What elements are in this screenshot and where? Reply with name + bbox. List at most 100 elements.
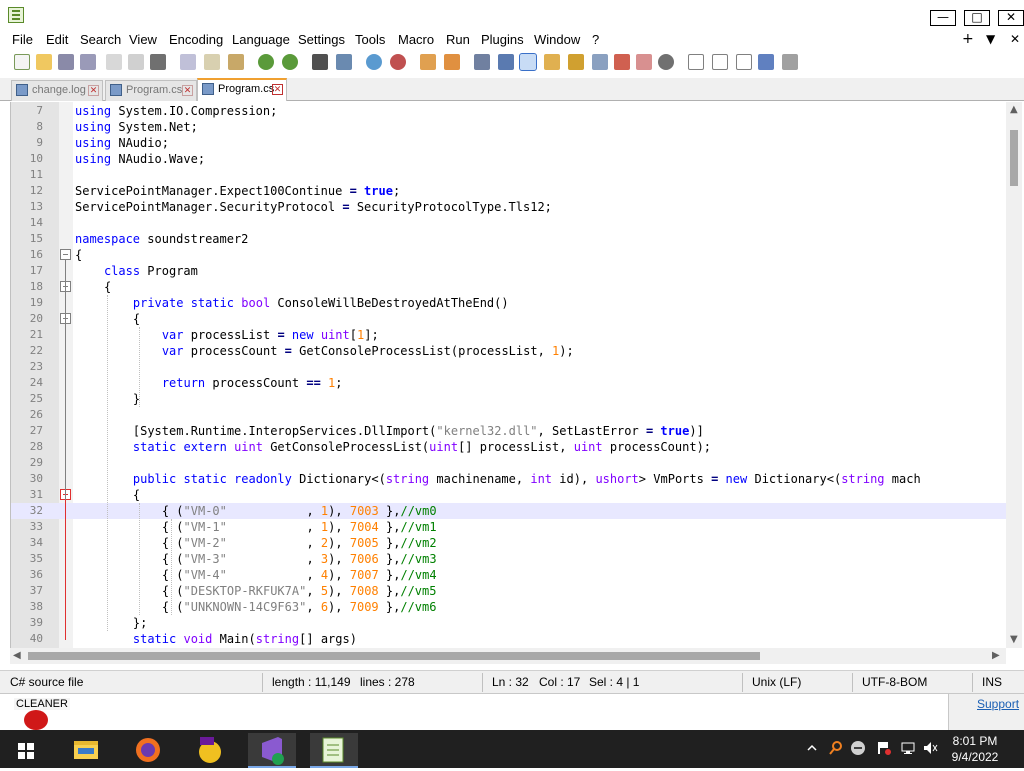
code-line[interactable]: 32 { ("VM-0" , 1), 7003 },//vm0 (11, 503, 1011, 519)
code-line[interactable]: 15 namespace soundstreamer2 (11, 231, 1011, 247)
notepad-plus-plus-taskbar-button[interactable] (310, 733, 358, 768)
code-line[interactable]: 35 { ("VM-3" , 3), 7006 },//vm3 (11, 551, 1011, 567)
new-tab-plus-icon[interactable]: + (962, 31, 974, 47)
firefox-taskbar-button[interactable] (124, 733, 172, 768)
code-line[interactable]: 22 var processCount = GetConsoleProcessL… (11, 343, 1011, 359)
close-all-icon[interactable] (128, 54, 144, 70)
code-line[interactable]: 20 { (11, 311, 1011, 327)
stop-macro-icon[interactable] (712, 54, 728, 70)
code-line[interactable]: 9 using NAudio; (11, 135, 1011, 151)
scroll-down-icon[interactable]: ▼ (1010, 634, 1018, 645)
save-macro-icon[interactable] (782, 54, 798, 70)
menu-help[interactable]: ? (592, 32, 599, 47)
folder-as-workspace-icon[interactable] (614, 54, 630, 70)
mute-circle-tray-icon[interactable] (850, 740, 866, 756)
code-line[interactable]: 25 } (11, 391, 1011, 407)
run-macro-multiple-icon[interactable] (758, 54, 774, 70)
document-map-icon[interactable] (568, 54, 584, 70)
menu-search[interactable]: Search (80, 32, 121, 47)
yahoo-messenger-taskbar-button[interactable] (186, 733, 234, 768)
code-line[interactable]: 33 { ("VM-1" , 1), 7004 },//vm1 (11, 519, 1011, 535)
code-line[interactable]: 8 using System.Net; (11, 119, 1011, 135)
replace-icon[interactable] (336, 54, 352, 70)
code-line[interactable]: 23 (11, 359, 1011, 375)
close-icon[interactable]: ✕ (272, 84, 283, 95)
menu-plugins[interactable]: Plugins (481, 32, 524, 47)
scroll-up-icon[interactable]: ▲ (1010, 104, 1018, 115)
print-icon[interactable] (150, 54, 166, 70)
code-line[interactable]: 11 (11, 167, 1011, 183)
sync-horizontal-icon[interactable] (444, 54, 460, 70)
code-line[interactable]: 34 { ("VM-2" , 2), 7005 },//vm2 (11, 535, 1011, 551)
network-tray-icon[interactable] (900, 740, 916, 756)
code-line[interactable]: 12 ServicePointManager.Expect100Continue … (11, 183, 1011, 199)
horizontal-scrollbar[interactable]: ◀ ▶ (10, 648, 1006, 664)
show-all-characters-icon[interactable] (498, 54, 514, 70)
code-line[interactable]: 10 using NAudio.Wave; (11, 151, 1011, 167)
preview-icon[interactable] (658, 54, 674, 70)
code-line[interactable]: 14 (11, 215, 1011, 231)
close-button[interactable]: ✕ (998, 10, 1024, 26)
sync-vertical-icon[interactable] (420, 54, 436, 70)
scroll-thumb[interactable] (28, 652, 760, 660)
code-line[interactable]: 7 using System.IO.Compression; (11, 103, 1011, 119)
vertical-scrollbar[interactable]: ▲ ▼ (1006, 102, 1022, 648)
zoom-in-icon[interactable] (366, 54, 382, 70)
menu-window[interactable]: Window (534, 32, 580, 47)
redo-icon[interactable] (282, 54, 298, 70)
support-link[interactable]: Support (977, 697, 1019, 711)
open-file-icon[interactable] (36, 54, 52, 70)
new-file-icon[interactable] (14, 54, 30, 70)
save-all-icon[interactable] (80, 54, 96, 70)
zoom-out-icon[interactable] (390, 54, 406, 70)
menu-settings[interactable]: Settings (298, 32, 345, 47)
code-line[interactable]: 28 static extern uint GetConsoleProcessL… (11, 439, 1011, 455)
user-defined-language-icon[interactable] (544, 54, 560, 70)
maximize-button[interactable]: □ (964, 10, 990, 26)
code-line[interactable]: 29 (11, 455, 1011, 471)
code-line[interactable]: 31 { (11, 487, 1011, 503)
show-hidden-icons-chevron-icon[interactable] (804, 740, 820, 756)
menu-edit[interactable]: Edit (46, 32, 68, 47)
code-area[interactable]: 7 using System.IO.Compression; 8 using Syst… (11, 102, 1011, 648)
code-line[interactable]: 36 { ("VM-4" , 4), 7007 },//vm4 (11, 567, 1011, 583)
code-line[interactable]: 27 [System.Runtime.InteropServices.DllIm… (11, 423, 1011, 439)
cut-icon[interactable] (180, 54, 196, 70)
menu-encoding[interactable]: Encoding (169, 32, 223, 47)
undo-icon[interactable] (258, 54, 274, 70)
scroll-right-icon[interactable]: ▶ (992, 650, 1000, 661)
code-line[interactable]: 38 { ("UNKNOWN-14C9F63", 6), 7009 },//vm… (11, 599, 1011, 615)
taskbar-clock[interactable]: 8:01 PM 9/4/2022 (940, 733, 1010, 765)
flag-error-tray-icon[interactable] (876, 740, 892, 756)
scroll-thumb[interactable] (1010, 130, 1018, 186)
tab-program-cs-2[interactable]: Program.cs ✕ (197, 78, 287, 101)
code-line[interactable]: 13 ServicePointManager.SecurityProtocol =… (11, 199, 1011, 215)
close-tab-x-icon[interactable]: ✕ (1010, 32, 1020, 46)
search-magnifier-tray-icon[interactable] (828, 740, 844, 756)
word-wrap-icon[interactable] (474, 54, 490, 70)
visual-studio-taskbar-button[interactable] (248, 733, 296, 768)
start-button[interactable] (2, 733, 50, 768)
copy-icon[interactable] (204, 54, 220, 70)
menu-run[interactable]: Run (446, 32, 470, 47)
code-line[interactable]: 37 { ("DESKTOP-RKFUK7A", 5), 7008 },//vm… (11, 583, 1011, 599)
fold-toggle-icon[interactable] (60, 249, 71, 260)
close-icon[interactable]: ✕ (182, 85, 193, 96)
minimize-button[interactable]: — (930, 10, 956, 26)
record-macro-icon[interactable] (688, 54, 704, 70)
menu-view[interactable]: View (129, 32, 157, 47)
menu-tools[interactable]: Tools (355, 32, 385, 47)
code-line[interactable]: 39 }; (11, 615, 1011, 631)
code-line[interactable]: 16 { (11, 247, 1011, 263)
tab-list-dropdown-icon[interactable]: ▼ (986, 32, 995, 46)
code-line[interactable]: 26 (11, 407, 1011, 423)
scroll-left-icon[interactable]: ◀ (13, 650, 21, 661)
monitoring-icon[interactable] (636, 54, 652, 70)
function-list-icon[interactable] (592, 54, 608, 70)
close-file-icon[interactable] (106, 54, 122, 70)
volume-muted-tray-icon[interactable] (922, 740, 938, 756)
code-line[interactable]: 17 class Program (11, 263, 1011, 279)
indent-guide-icon[interactable] (519, 53, 537, 71)
tab-program-cs-1[interactable]: Program.cs ✕ (105, 80, 197, 101)
file-explorer-taskbar-button[interactable] (62, 733, 110, 768)
